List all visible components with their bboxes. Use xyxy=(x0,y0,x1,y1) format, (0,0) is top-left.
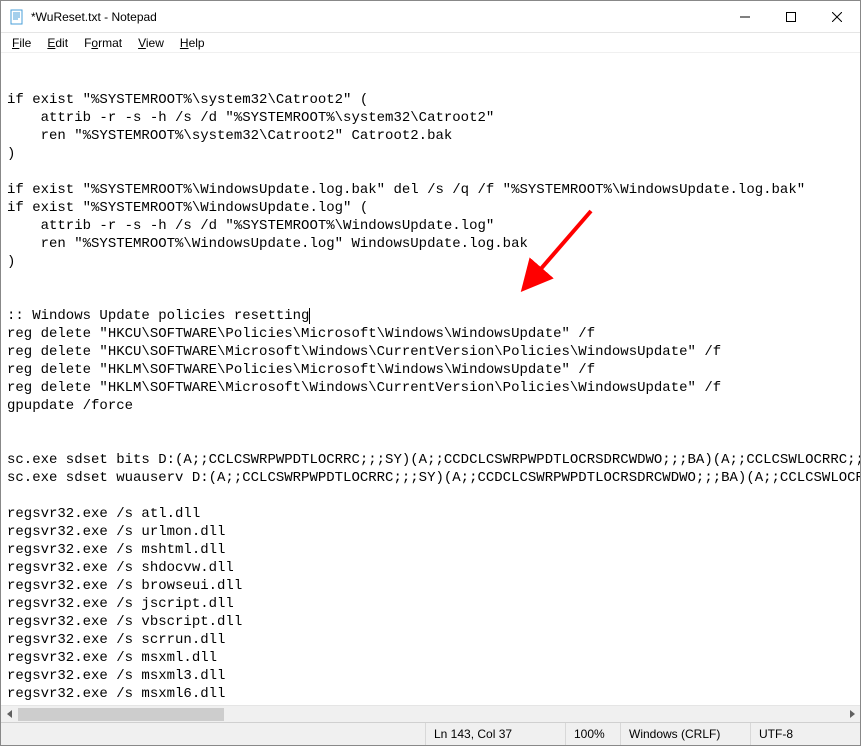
editor-line[interactable] xyxy=(7,487,854,505)
menu-file-rest: ile xyxy=(19,36,31,50)
menu-file[interactable]: File xyxy=(5,35,38,51)
editor-line[interactable]: regsvr32.exe /s atl.dll xyxy=(7,505,854,523)
editor-line[interactable]: gpupdate /force xyxy=(7,397,854,415)
editor-line[interactable]: ) xyxy=(7,145,854,163)
editor-line[interactable] xyxy=(7,433,854,451)
editor-line[interactable]: reg delete "HKLM\SOFTWARE\Policies\Micro… xyxy=(7,361,854,379)
window-title: *WuReset.txt - Notepad xyxy=(31,10,722,24)
editor-line[interactable] xyxy=(7,415,854,433)
editor-line[interactable]: regsvr32.exe /s mshtml.dll xyxy=(7,541,854,559)
menu-edit[interactable]: Edit xyxy=(40,35,75,51)
menu-format-rest: rmat xyxy=(98,36,122,50)
editor-line[interactable]: regsvr32.exe /s urlmon.dll xyxy=(7,523,854,541)
horizontal-scrollbar[interactable] xyxy=(1,705,860,722)
editor-line[interactable]: reg delete "HKCU\SOFTWARE\Policies\Micro… xyxy=(7,325,854,343)
menu-edit-rest: dit xyxy=(55,36,68,50)
editor-content[interactable]: if exist "%SYSTEMROOT%\system32\Catroot2… xyxy=(7,91,854,705)
menu-help[interactable]: Help xyxy=(173,35,212,51)
editor-line[interactable]: if exist "%SYSTEMROOT%\system32\Catroot2… xyxy=(7,91,854,109)
editor-line[interactable]: regsvr32.exe /s shdocvw.dll xyxy=(7,559,854,577)
editor-line[interactable]: ren "%SYSTEMROOT%\system32\Catroot2" Cat… xyxy=(7,127,854,145)
editor-line[interactable]: reg delete "HKLM\SOFTWARE\Microsoft\Wind… xyxy=(7,379,854,397)
editor-line[interactable]: sc.exe sdset wuauserv D:(A;;CCLCSWRPWPDT… xyxy=(7,469,854,487)
text-editor[interactable]: if exist "%SYSTEMROOT%\system32\Catroot2… xyxy=(1,53,860,705)
titlebar: *WuReset.txt - Notepad xyxy=(1,1,860,33)
statusbar: Ln 143, Col 37 100% Windows (CRLF) UTF-8 xyxy=(1,722,860,745)
editor-line[interactable]: regsvr32.exe /s msxml.dll xyxy=(7,649,854,667)
maximize-button[interactable] xyxy=(768,1,814,32)
minimize-button[interactable] xyxy=(722,1,768,32)
editor-line[interactable]: regsvr32.exe /s scrrun.dll xyxy=(7,631,854,649)
status-line-ending: Windows (CRLF) xyxy=(620,723,750,745)
scroll-thumb[interactable] xyxy=(18,708,224,721)
scroll-right-button[interactable] xyxy=(843,706,860,723)
editor-line[interactable]: if exist "%SYSTEMROOT%\WindowsUpdate.log… xyxy=(7,181,854,199)
editor-line[interactable] xyxy=(7,289,854,307)
text-cursor xyxy=(309,308,310,324)
editor-line[interactable]: reg delete "HKCU\SOFTWARE\Microsoft\Wind… xyxy=(7,343,854,361)
editor-line[interactable]: attrib -r -s -h /s /d "%SYSTEMROOT%\syst… xyxy=(7,109,854,127)
close-button[interactable] xyxy=(814,1,860,32)
status-zoom: 100% xyxy=(565,723,620,745)
notepad-icon xyxy=(9,9,25,25)
editor-line[interactable]: regsvr32.exe /s browseui.dll xyxy=(7,577,854,595)
editor-line[interactable]: attrib -r -s -h /s /d "%SYSTEMROOT%\Wind… xyxy=(7,217,854,235)
editor-line[interactable]: if exist "%SYSTEMROOT%\WindowsUpdate.log… xyxy=(7,199,854,217)
menu-format[interactable]: Format xyxy=(77,35,129,51)
menu-view[interactable]: View xyxy=(131,35,171,51)
editor-line[interactable]: regsvr32.exe /s actxprxy.dll xyxy=(7,703,854,705)
window-controls xyxy=(722,1,860,32)
scroll-left-button[interactable] xyxy=(1,706,18,723)
editor-line[interactable]: ren "%SYSTEMROOT%\WindowsUpdate.log" Win… xyxy=(7,235,854,253)
status-cursor-position: Ln 143, Col 37 xyxy=(425,723,565,745)
status-encoding: UTF-8 xyxy=(750,723,860,745)
menu-help-rest: elp xyxy=(189,36,205,50)
editor-line[interactable] xyxy=(7,271,854,289)
editor-line[interactable]: ) xyxy=(7,253,854,271)
editor-line[interactable]: regsvr32.exe /s jscript.dll xyxy=(7,595,854,613)
editor-line[interactable]: regsvr32.exe /s vbscript.dll xyxy=(7,613,854,631)
scroll-track[interactable] xyxy=(18,706,843,722)
editor-line[interactable]: sc.exe sdset bits D:(A;;CCLCSWRPWPDTLOCR… xyxy=(7,451,854,469)
editor-line[interactable]: :: Windows Update policies resetting xyxy=(7,307,854,325)
menu-view-rest: iew xyxy=(146,36,164,50)
editor-line[interactable]: regsvr32.exe /s msxml6.dll xyxy=(7,685,854,703)
menubar: File Edit Format View Help xyxy=(1,33,860,53)
editor-line[interactable]: regsvr32.exe /s msxml3.dll xyxy=(7,667,854,685)
editor-line[interactable] xyxy=(7,163,854,181)
